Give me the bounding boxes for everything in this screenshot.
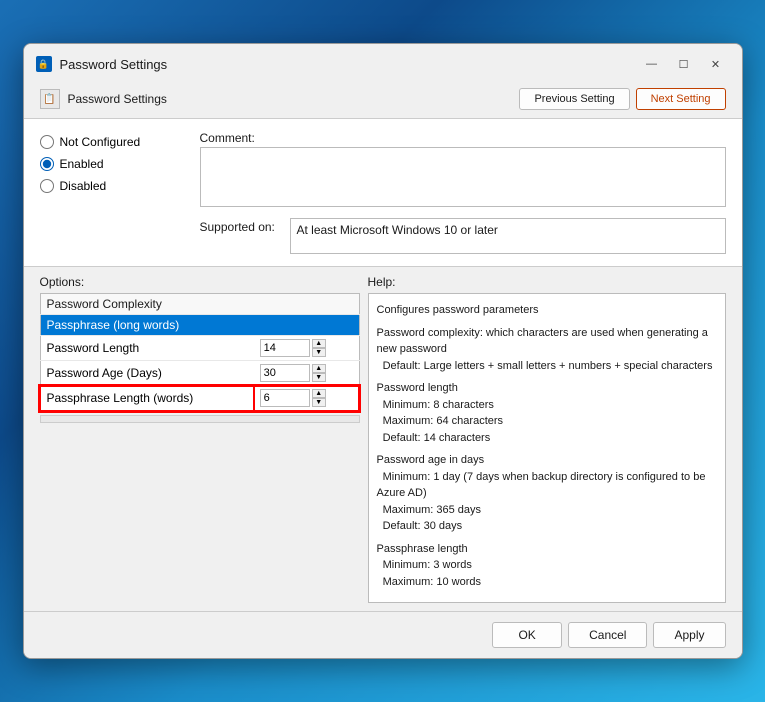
close-icon: ✕ [711, 58, 720, 71]
window-controls: — ☐ ✕ [638, 54, 730, 74]
password-length-input[interactable] [260, 339, 310, 357]
radio-not-configured-input[interactable] [40, 135, 54, 149]
radio-disabled[interactable]: Disabled [40, 179, 200, 193]
comment-section: Comment: [200, 131, 726, 210]
ok-button[interactable]: OK [492, 622, 562, 648]
radio-disabled-label: Disabled [60, 179, 107, 193]
header-title: Password Settings [68, 92, 167, 106]
close-button[interactable]: ✕ [702, 54, 730, 74]
options-help-row: Options: Password Complexity Passphrase … [40, 275, 726, 603]
table-row-password-age: Password Age (Days) ▲ ▼ [40, 361, 359, 386]
help-para-1: Configures password parameters [377, 302, 717, 319]
help-para-4: Password age in days Minimum: 1 day (7 d… [377, 452, 717, 535]
password-length-label: Password Length [40, 336, 254, 361]
radio-not-configured[interactable]: Not Configured [40, 135, 200, 149]
radio-enabled-label: Enabled [60, 157, 104, 171]
supported-label: Supported on: [200, 220, 290, 234]
password-length-spinner: ▲ ▼ [312, 339, 326, 357]
password-length-up[interactable]: ▲ [312, 339, 326, 348]
options-label: Options: [40, 275, 360, 289]
bottom-section: Options: Password Complexity Passphrase … [24, 267, 742, 611]
table-row-password-length: Password Length ▲ ▼ [40, 336, 359, 361]
help-panel: Help: Configures password parameters Pas… [368, 275, 726, 603]
options-scrollbar[interactable] [40, 415, 360, 423]
password-age-value: ▲ ▼ [254, 361, 359, 386]
radio-not-configured-label: Not Configured [60, 135, 141, 149]
dialog-title: Password Settings [60, 57, 168, 72]
cancel-button[interactable]: Cancel [568, 622, 647, 648]
table-row-passphrase-length: Passphrase Length (words) ▲ ▼ [40, 386, 359, 411]
help-para-3: Password length Minimum: 8 characters Ma… [377, 380, 717, 446]
supported-section: Supported on: At least Microsoft Windows… [200, 218, 726, 254]
password-complexity-header: Password Complexity [40, 294, 359, 315]
passphrase-length-down[interactable]: ▼ [312, 398, 326, 407]
password-age-label: Password Age (Days) [40, 361, 254, 386]
help-label: Help: [368, 275, 726, 289]
password-length-value: ▲ ▼ [254, 336, 359, 361]
password-age-spinner: ▲ ▼ [312, 364, 326, 382]
supported-text: At least Microsoft Windows 10 or later [290, 218, 726, 254]
table-row-header: Password Complexity [40, 294, 359, 315]
passphrase-length-value: ▲ ▼ [254, 386, 359, 411]
password-length-down[interactable]: ▼ [312, 348, 326, 357]
passphrase-length-input[interactable] [260, 389, 310, 407]
help-para-5: Passphrase length Minimum: 3 words Maxim… [377, 541, 717, 591]
maximize-button[interactable]: ☐ [670, 54, 698, 74]
radio-enabled[interactable]: Enabled [40, 157, 200, 171]
passphrase-length-up[interactable]: ▲ [312, 389, 326, 398]
dialog-icon: 🔒 [36, 56, 52, 72]
minimize-icon: — [646, 58, 657, 70]
prev-setting-button[interactable]: Previous Setting [519, 88, 629, 110]
passphrase-length-label: Passphrase Length (words) [40, 386, 254, 411]
nav-buttons: Previous Setting Next Setting [519, 88, 725, 110]
radio-disabled-input[interactable] [40, 179, 54, 193]
passphrase-row-label: Passphrase (long words) [40, 315, 359, 336]
options-panel: Options: Password Complexity Passphrase … [40, 275, 360, 603]
apply-button[interactable]: Apply [653, 622, 725, 648]
minimize-button[interactable]: — [638, 54, 666, 74]
next-setting-button[interactable]: Next Setting [636, 88, 726, 110]
title-bar: 🔒 Password Settings — ☐ ✕ [24, 44, 742, 82]
help-text-box: Configures password parameters Password … [368, 293, 726, 603]
main-content: Not Configured Enabled Disabled Comment:… [24, 119, 742, 267]
radio-section: Not Configured Enabled Disabled [40, 131, 200, 201]
header-bar: 📋 Password Settings Previous Setting Nex… [24, 82, 742, 119]
maximize-icon: ☐ [679, 58, 689, 71]
comment-textarea[interactable] [200, 147, 726, 207]
help-para-2: Password complexity: which characters ar… [377, 325, 717, 375]
radio-enabled-input[interactable] [40, 157, 54, 171]
options-table: Password Complexity Passphrase (long wor… [40, 293, 360, 411]
table-row-passphrase[interactable]: Passphrase (long words) [40, 315, 359, 336]
password-age-down[interactable]: ▼ [312, 373, 326, 382]
footer: OK Cancel Apply [24, 611, 742, 658]
header-icon: 📋 [40, 89, 60, 109]
comment-label: Comment: [200, 131, 726, 145]
passphrase-length-spinner: ▲ ▼ [312, 389, 326, 407]
password-settings-dialog: 🔒 Password Settings — ☐ ✕ 📋 Password Set… [23, 43, 743, 659]
password-age-input[interactable] [260, 364, 310, 382]
password-age-up[interactable]: ▲ [312, 364, 326, 373]
